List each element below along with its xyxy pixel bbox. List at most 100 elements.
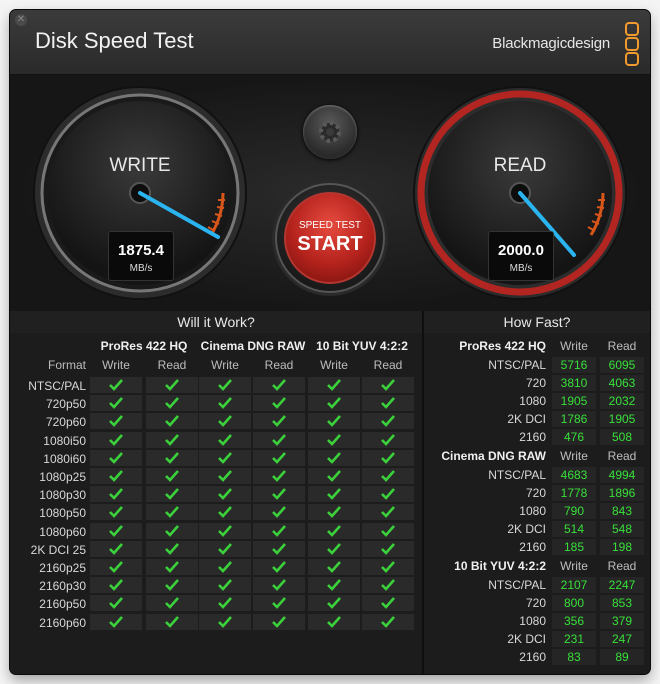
status-cell [308,504,360,521]
check-icon [165,470,179,482]
fast-row-label: NTSC/PAL [488,358,546,372]
status-cell [146,577,198,594]
group-header: ProRes 422 HQ [100,339,188,353]
check-icon [109,470,123,482]
status-cell [146,522,198,539]
check-icon [165,433,179,446]
check-icon [381,506,395,519]
status-cell [253,486,305,503]
close-button[interactable]: ✕ [15,14,27,26]
status-cell [362,595,414,612]
start-button-face[interactable]: SPEED TEST START [284,192,376,284]
read-speed-value: 1905 [600,411,644,427]
status-cell [199,577,251,594]
status-cell [146,468,198,484]
column-header: Read [373,358,403,372]
status-cell [308,540,360,557]
settings-button[interactable] [303,105,357,159]
status-cell [199,431,251,448]
write-speed-value: 185 [552,539,596,555]
format-row-label: NTSC/PAL [28,379,86,393]
write-speed-value: 5716 [552,357,596,373]
check-icon [381,488,395,501]
status-cell [253,522,305,539]
status-cell [362,522,414,539]
format-row-label: 1080p50 [39,506,86,521]
status-cell [199,486,251,503]
check-icon [109,542,123,555]
status-cell [308,559,360,575]
check-icon [327,542,341,555]
start-button[interactable]: SPEED TEST START [275,183,385,293]
fast-row-label: 2160 [519,650,546,664]
check-icon [327,615,341,628]
status-cell [253,595,305,612]
title-bar: ✕ Disk Speed Test Blackmagicdesign [10,10,650,75]
status-cell [90,413,142,430]
check-icon [272,488,286,501]
status-cell [90,504,142,521]
check-icon [381,470,395,482]
read-speed-value: 89 [600,649,644,665]
write-speed-value: 4683 [552,467,596,483]
check-icon [109,379,123,391]
check-icon [272,397,286,410]
check-icon [381,397,395,410]
status-cell [308,468,360,484]
write-readout: 1875.4 MB/s [108,231,174,281]
write-value: 1875.4 [118,242,164,259]
write-speed-value: 476 [552,429,596,445]
status-cell [253,468,305,484]
read-speed-value: 843 [600,503,644,519]
check-icon [381,415,395,428]
check-icon [218,524,232,537]
status-cell [308,577,360,594]
status-cell [362,504,414,521]
format-row-label: 2160p60 [39,615,86,630]
status-cell [308,522,360,539]
status-cell [362,613,414,630]
check-icon [327,597,341,610]
status-cell [199,559,251,575]
read-speed-value: 508 [600,429,644,445]
status-cell [253,377,305,393]
write-speed-value: 1905 [552,393,596,409]
check-icon [218,379,232,391]
status-cell [90,559,142,575]
fast-row-label: NTSC/PAL [488,578,546,592]
status-cell [253,577,305,594]
status-cell [90,540,142,557]
format-row-label: 1080p60 [39,524,86,539]
format-header: Format [47,358,86,372]
fast-row-label: 1080 [519,394,546,408]
check-icon [109,597,123,610]
column-header: Read [157,358,187,372]
check-icon [272,542,286,555]
app-title: Disk Speed Test [35,28,194,53]
status-cell [362,431,414,448]
check-icon [165,597,179,610]
read-speed-value: 6095 [600,357,644,373]
check-icon [327,415,341,428]
check-icon [218,470,232,482]
status-cell [90,468,142,484]
read-speed-value: 1896 [600,485,644,501]
gauges-area: WRITE 1875.4 MB/s SPEED TEST START READ … [10,75,650,311]
check-icon [218,542,232,555]
format-row-label: 2160p50 [39,597,86,612]
status-cell [146,377,198,393]
format-row-label: 2160p30 [39,579,86,594]
write-col-header: Write [560,339,588,353]
read-gauge-label: READ [493,155,547,176]
check-icon [165,415,179,428]
write-speed-value: 83 [552,649,596,665]
status-cell [253,449,305,466]
status-cell [199,395,251,412]
fast-row-label: 720 [525,376,546,390]
fast-row-label: 1080 [519,504,546,518]
read-readout: 2000.0 MB/s [488,231,554,281]
fast-row-label: 720 [525,596,546,610]
check-icon [109,488,123,501]
status-cell [146,431,198,448]
check-icon [165,451,179,464]
